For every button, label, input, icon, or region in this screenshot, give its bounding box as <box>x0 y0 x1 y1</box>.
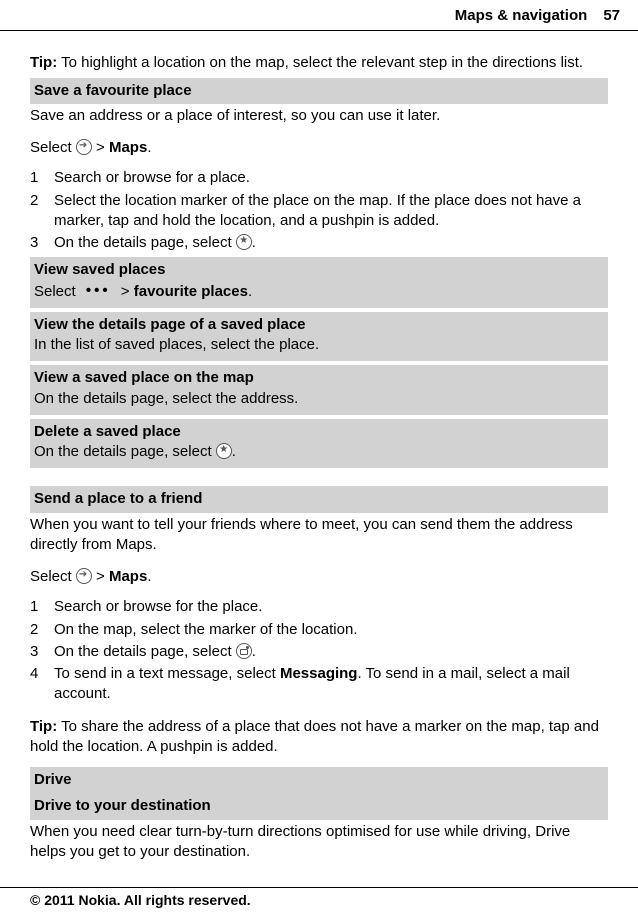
block-body: In the list of saved places, select the … <box>34 335 604 355</box>
select-prefix: Select <box>30 139 76 156</box>
select-maps-line-1: Select > Maps. <box>30 138 608 158</box>
period: . <box>248 283 252 300</box>
page: Maps & navigation 57 Tip: To highlight a… <box>0 0 638 862</box>
star-icon <box>216 443 232 459</box>
block-view-details-page: View the details page of a saved place I… <box>30 312 608 362</box>
list-item: 3On the details page, select . <box>30 642 608 662</box>
header-rule <box>0 30 638 31</box>
step-number: 3 <box>30 642 54 662</box>
steps-save-favourite: 1Search or browse for a place. 2Select t… <box>30 168 608 253</box>
block-view-saved-places: View saved places Select ••• > favourite… <box>30 257 608 308</box>
drive-intro: When you need clear turn-by-turn directi… <box>30 822 608 863</box>
more-dots-icon: ••• <box>80 281 117 301</box>
page-footer: © 2011 Nokia. All rights reserved. <box>0 887 638 910</box>
footer-copyright: © 2011 Nokia. All rights reserved. <box>0 891 638 910</box>
header-page-number: 57 <box>603 6 620 26</box>
select-prefix: Select <box>30 568 76 585</box>
header-chapter-title: Maps & navigation <box>455 6 588 26</box>
step-text-part: On the details page, select <box>54 643 236 660</box>
step-text: To send in a text message, select Messag… <box>54 664 608 705</box>
list-item: 4To send in a text message, select Messa… <box>30 664 608 705</box>
step-number: 4 <box>30 664 54 705</box>
block-body: On the details page, select . <box>34 442 604 462</box>
favourite-places-label: favourite places <box>134 283 248 300</box>
block-body-pre: Select <box>34 283 80 300</box>
list-item: 2On the map, select the marker of the lo… <box>30 620 608 640</box>
step-number: 2 <box>30 620 54 640</box>
step-text: Search or browse for the place. <box>54 597 608 617</box>
step-number: 1 <box>30 597 54 617</box>
block-body-pre: On the details page, select <box>34 443 216 460</box>
list-item: 3On the details page, select . <box>30 233 608 253</box>
tip-text: To share the address of a place that doe… <box>30 718 599 755</box>
block-view-on-map: View a saved place on the map On the det… <box>30 365 608 415</box>
list-item: 2Select the location marker of the place… <box>30 191 608 232</box>
block-delete-saved: Delete a saved place On the details page… <box>30 419 608 469</box>
block-title: Delete a saved place <box>34 422 604 442</box>
block-title: View a saved place on the map <box>34 368 604 388</box>
step-text: Search or browse for a place. <box>54 168 608 188</box>
save-fav-intro: Save an address or a place of interest, … <box>30 106 608 126</box>
maps-label: Maps <box>109 568 147 585</box>
page-content: Tip: To highlight a location on the map,… <box>0 53 638 862</box>
block-body: Select ••• > favourite places. <box>34 281 604 302</box>
step-text-part: On the details page, select <box>54 234 236 251</box>
step-number: 1 <box>30 168 54 188</box>
steps-send-place: 1Search or browse for the place. 2On the… <box>30 597 608 704</box>
star-icon <box>236 234 252 250</box>
period: . <box>147 139 151 156</box>
block-body: On the details page, select the address. <box>34 389 604 409</box>
period: . <box>232 443 236 460</box>
gt-sep: > <box>92 139 109 156</box>
step-number: 3 <box>30 233 54 253</box>
heading-drive-destination: Drive to your destination <box>30 793 608 819</box>
share-icon <box>236 643 252 659</box>
tip-text: To highlight a location on the map, sele… <box>57 54 583 71</box>
send-place-intro: When you want to tell your friends where… <box>30 515 608 556</box>
block-title: View the details page of a saved place <box>34 315 604 335</box>
step-text: On the details page, select . <box>54 642 608 662</box>
list-item: 1Search or browse for the place. <box>30 597 608 617</box>
messaging-label: Messaging <box>280 665 358 682</box>
arrow-icon <box>76 139 92 155</box>
period: . <box>252 234 256 251</box>
period: . <box>252 643 256 660</box>
tip-highlight-location: Tip: To highlight a location on the map,… <box>30 53 608 73</box>
period: . <box>147 568 151 585</box>
tip-share-address: Tip: To share the address of a place tha… <box>30 717 608 758</box>
heading-save-favourite: Save a favourite place <box>30 78 608 104</box>
step-text: On the details page, select . <box>54 233 608 253</box>
maps-label: Maps <box>109 139 147 156</box>
select-maps-line-2: Select > Maps. <box>30 567 608 587</box>
tip-label: Tip: <box>30 718 57 735</box>
block-title: View saved places <box>34 260 604 280</box>
footer-rule <box>0 887 638 888</box>
heading-drive: Drive <box>30 767 608 793</box>
gt-sep: > <box>117 283 134 300</box>
step-text: Select the location marker of the place … <box>54 191 608 232</box>
step-text-part: To send in a text message, select <box>54 665 280 682</box>
list-item: 1Search or browse for a place. <box>30 168 608 188</box>
step-text: On the map, select the marker of the loc… <box>54 620 608 640</box>
page-header: Maps & navigation 57 <box>0 0 638 28</box>
gt-sep: > <box>92 568 109 585</box>
arrow-icon <box>76 568 92 584</box>
heading-send-place: Send a place to a friend <box>30 486 608 512</box>
step-number: 2 <box>30 191 54 232</box>
tip-label: Tip: <box>30 54 57 71</box>
